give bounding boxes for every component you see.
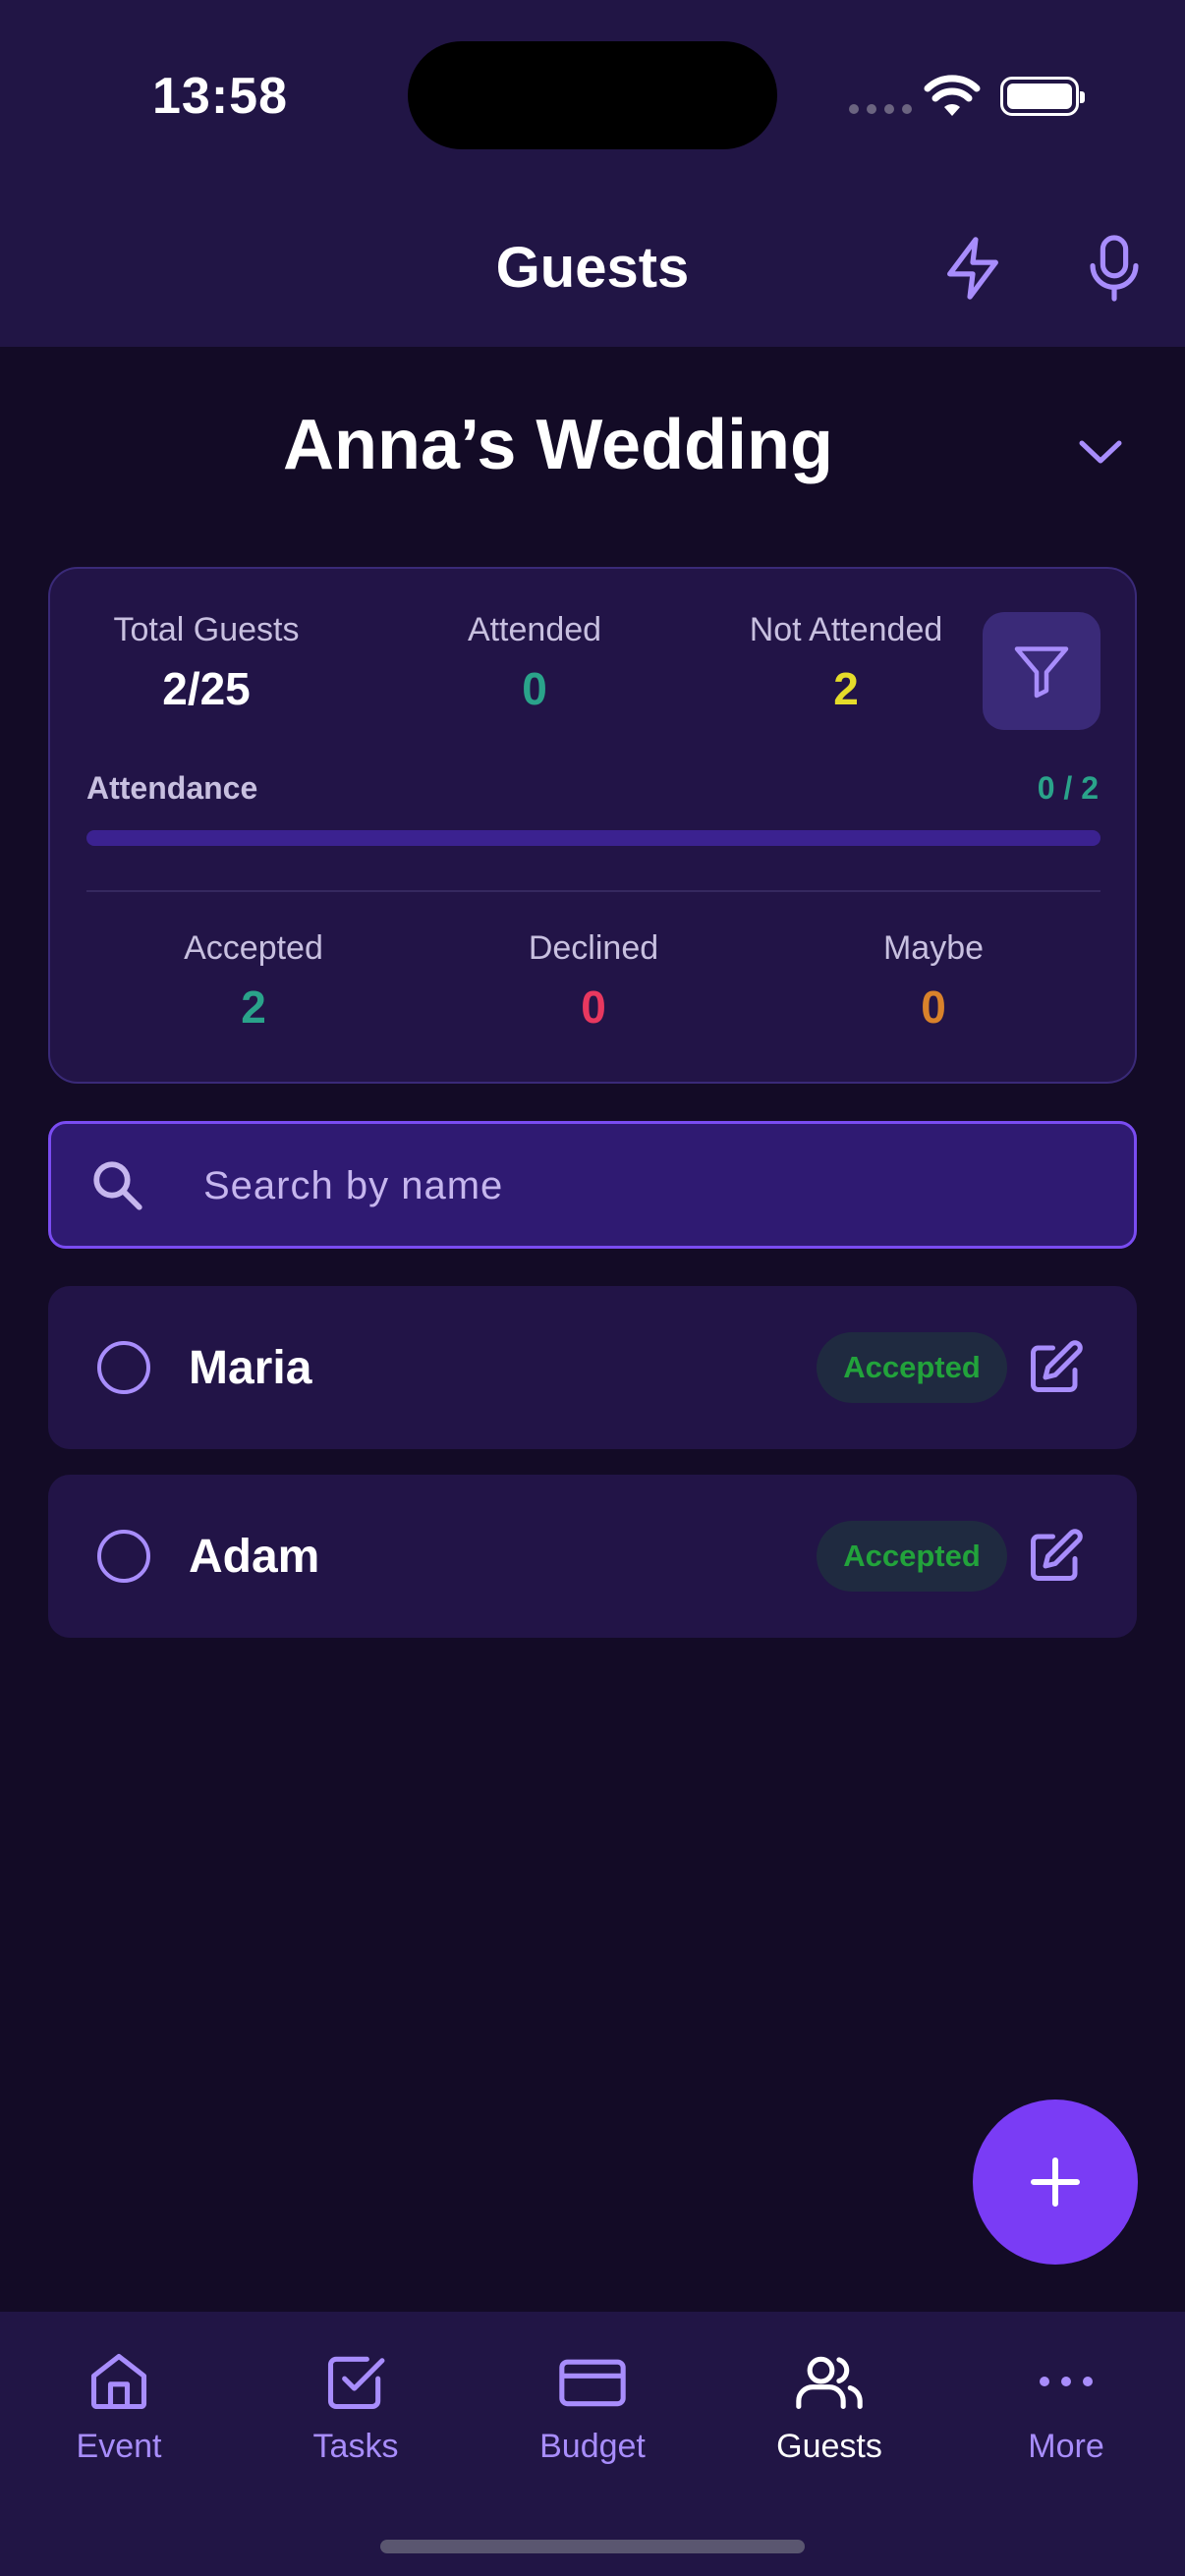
nav-label: More [1028,2428,1104,2465]
not-attended-stat: Not Attended 2 [718,610,974,716]
guest-row[interactable]: Adam Accepted [48,1475,1137,1638]
checkbox-icon [257,2339,454,2424]
status-badge: Accepted [817,1332,1007,1403]
accepted-label: Accepted [184,929,323,967]
nav-label: Guests [776,2428,882,2465]
stats-card: Total Guests 2/25 Attended 0 Not Attende… [48,567,1137,1084]
search-icon [88,1156,147,1215]
attendance-radio[interactable] [97,1341,150,1394]
maybe-stat: Maybe 0 [830,928,1037,1035]
attendance-progress-bar [86,830,1100,846]
chevron-down-icon[interactable] [1066,418,1135,486]
declined-stat: Declined 0 [490,928,697,1035]
guest-row[interactable]: Maria Accepted [48,1286,1137,1449]
microphone-icon[interactable] [1070,224,1158,312]
search-input[interactable] [203,1153,1088,1218]
status-time: 13:58 [152,68,288,125]
nav-label: Tasks [312,2428,399,2465]
plus-icon [1031,2157,1080,2207]
declined-value: 0 [581,981,606,1033]
top-bar: 13:58 Guests [0,0,1185,347]
status-badge: Accepted [817,1521,1007,1592]
signal-icon [849,104,912,114]
attended-value: 0 [522,663,547,714]
nav-item-guests[interactable]: Guests [731,2339,928,2467]
guest-name: Maria [189,1342,312,1394]
attendance-count: 0 / 2 [1037,770,1099,806]
event-selector[interactable]: Anna’s Wedding [0,403,1116,487]
total-guests-label: Total Guests [113,611,300,648]
search-bar [48,1121,1137,1249]
nav-item-event[interactable]: Event [21,2339,217,2467]
accepted-stat: Accepted 2 [150,928,357,1035]
wifi-icon [924,75,981,116]
guests-screen: 13:58 Guests Anna’s Wedding Total Guests… [0,0,1185,2576]
attended-label: Attended [467,611,602,648]
not-attended-label: Not Attended [749,611,943,648]
users-icon [731,2339,928,2424]
filter-button[interactable] [983,612,1100,730]
attendance-radio[interactable] [97,1530,150,1583]
maybe-label: Maybe [882,929,985,967]
guest-name: Adam [189,1531,320,1583]
nav-label: Event [76,2428,162,2465]
not-attended-value: 2 [833,663,859,714]
filter-icon [1014,646,1069,699]
nav-item-budget[interactable]: Budget [494,2339,691,2467]
dynamic-island [408,41,777,149]
more-dots-icon [968,2339,1164,2424]
stats-divider [86,890,1100,892]
home-icon [21,2339,217,2424]
edit-icon[interactable] [1023,1524,1088,1589]
total-guests-value: 2/25 [162,663,251,714]
nav-label: Budget [539,2428,646,2465]
accepted-value: 2 [241,981,266,1033]
lightning-bolt-icon[interactable] [929,224,1017,312]
attendance-label: Attendance [86,770,258,806]
maybe-value: 0 [921,981,946,1033]
attended-stat: Attended 0 [451,610,618,716]
credit-card-icon [494,2339,691,2424]
add-guest-button[interactable] [973,2100,1138,2265]
bottom-nav: Event Tasks Budget Guests More [0,2312,1185,2576]
nav-item-more[interactable]: More [968,2339,1164,2467]
edit-icon[interactable] [1023,1335,1088,1400]
battery-icon [1000,77,1085,116]
total-guests-stat: Total Guests 2/25 [113,610,300,716]
declined-label: Declined [528,929,659,967]
nav-item-tasks[interactable]: Tasks [257,2339,454,2467]
home-indicator [380,2540,805,2553]
